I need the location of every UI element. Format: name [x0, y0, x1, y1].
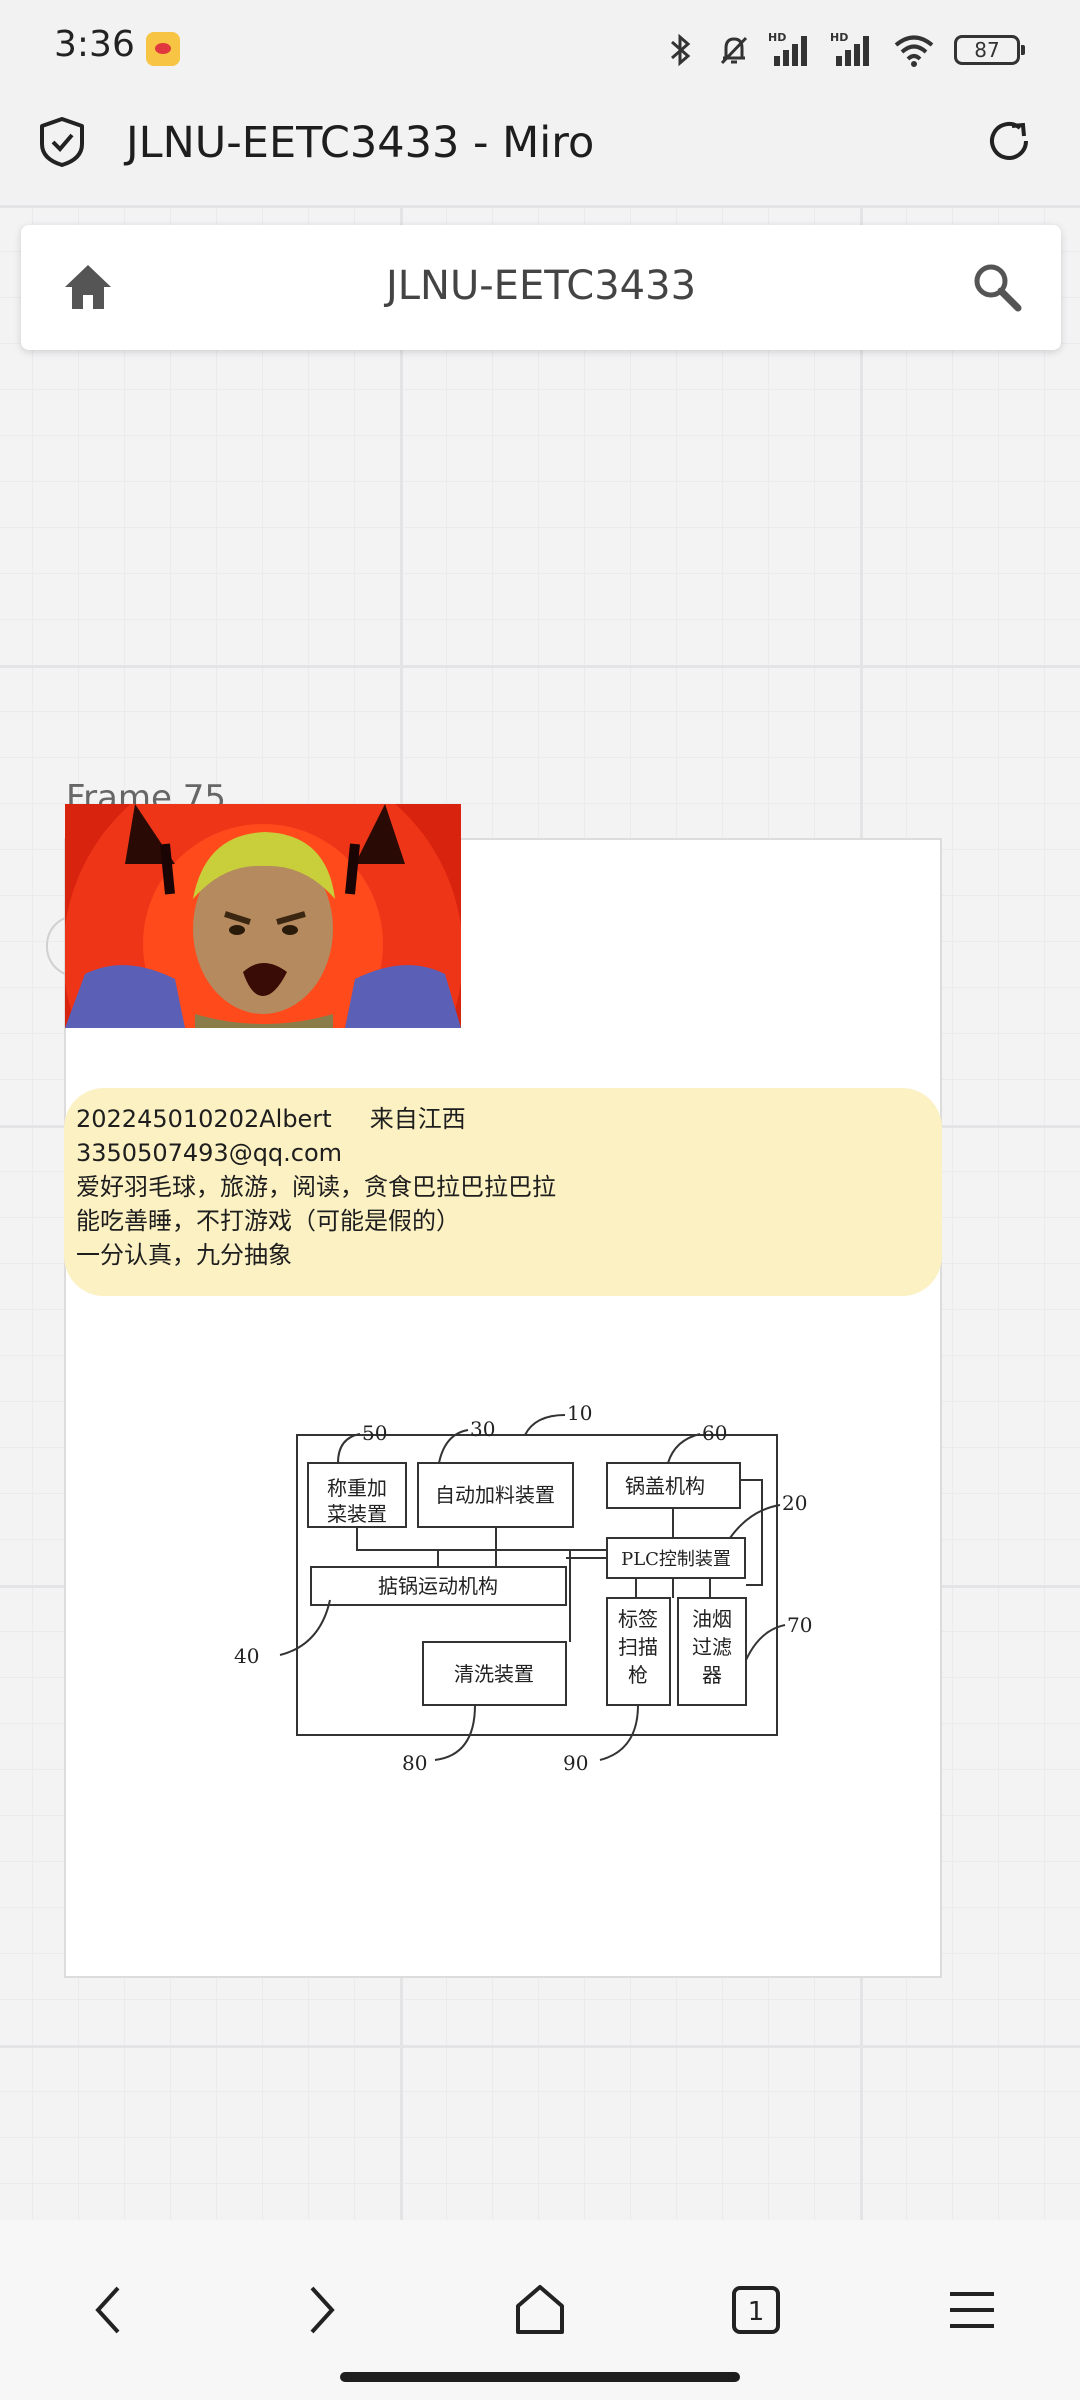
diagram-label-filter-1: 油烟 [692, 1607, 732, 1631]
svg-text:HD: HD [830, 31, 848, 44]
signal-1-icon: HD [768, 31, 807, 66]
diagram-label-pot-motion: 掂锅运动机构 [378, 1574, 498, 1598]
signal-2-icon: HD [830, 31, 869, 66]
reload-icon[interactable] [982, 114, 1036, 168]
diagram-label-lid: 锅盖机构 [625, 1474, 705, 1498]
forward-button[interactable] [282, 2270, 362, 2350]
diagram-label-scanner-3: 枪 [628, 1663, 648, 1687]
wifi-icon [894, 35, 934, 67]
sticky-line-hobbies: 爱好羽毛球，旅游，阅读，贪食巴拉巴拉巴拉 [76, 1173, 556, 1201]
diagram-label-scanner-1: 标签 [618, 1607, 658, 1631]
diagram-ref-70: 70 [787, 1613, 812, 1637]
battery-indicator: 87 [954, 35, 1025, 65]
chevron-left-icon [95, 2286, 120, 2334]
diagram-ref-20: 20 [782, 1491, 807, 1515]
site-info-shield-icon[interactable] [38, 116, 86, 168]
diagram-ref-10: 10 [567, 1401, 592, 1425]
diagram-label-clean: 清洗装置 [454, 1662, 534, 1686]
diagram-label-auto-feed: 自动加料装置 [435, 1483, 555, 1507]
tabs-button[interactable]: 1 [716, 2270, 796, 2350]
home-nav-button[interactable] [500, 2270, 580, 2350]
diagram-label-filter-2: 过滤 [692, 1635, 732, 1659]
diagram-ref-40: 40 [234, 1644, 259, 1668]
browser-nav-bar: 1 [0, 2220, 1080, 2400]
menu-button[interactable] [932, 2270, 1012, 2350]
bluetooth-icon [671, 33, 691, 67]
search-icon[interactable] [971, 261, 1023, 313]
board-toolbar: JLNU-EETC3433 [21, 225, 1061, 350]
sticky-line-id: 202245010202Albert 来自江西 [76, 1105, 466, 1133]
sticky-line-email: 3350507493@qq.com [76, 1139, 343, 1167]
diagram-label-scanner-2: 扫描 [618, 1635, 658, 1659]
sticky-line-motto: 一分认真，九分抽象 [76, 1241, 292, 1269]
browser-toolbar: JLNU-EETC3433 - Miro [0, 100, 1080, 210]
diagram-ref-90: 90 [563, 1751, 588, 1775]
diagram-ref-50: 50 [362, 1421, 387, 1445]
diagram-label-weigh-2: 菜装置 [327, 1502, 387, 1526]
diagram-ref-60: 60 [702, 1421, 727, 1445]
block-diagram-image[interactable]: 称重加 菜装置 自动加料装置 锅盖机构 PLC控制装置 掂锅运动机构 清洗装置 … [220, 1370, 860, 1800]
tab-count: 1 [748, 2297, 765, 2327]
board-title[interactable]: JLNU-EETC3433 [21, 263, 1061, 309]
menu-icon [950, 2292, 994, 2328]
diagram-ref-80: 80 [402, 1751, 427, 1775]
diagram-ref-30: 30 [470, 1417, 495, 1441]
diagram-label-weigh-1: 称重加 [327, 1476, 387, 1500]
page-title: JLNU-EETC3433 - Miro [126, 118, 595, 168]
tabs-icon: 1 [732, 2286, 780, 2334]
weibo-notification-icon [146, 32, 180, 66]
mute-bell-icon [720, 36, 748, 65]
sticky-note-intro[interactable]: 202245010202Albert 来自江西 3350507493@qq.co… [64, 1088, 942, 1296]
home-outline-icon [516, 2285, 564, 2334]
status-bar: 3:36 HD HD 87 [0, 0, 1080, 100]
back-button[interactable] [68, 2270, 148, 2350]
status-time: 3:36 [54, 24, 135, 65]
chevron-right-icon [310, 2286, 335, 2334]
avatar-meme-image[interactable] [65, 804, 461, 1028]
svg-text:HD: HD [768, 31, 786, 44]
screen: { "status": { "time": "3:36", "battery":… [0, 0, 1080, 2400]
diagram-label-plc: PLC控制装置 [621, 1549, 731, 1570]
home-indicator[interactable] [340, 2372, 740, 2382]
sticky-line-habits: 能吃善睡，不打游戏（可能是假的） [76, 1207, 460, 1235]
diagram-label-filter-3: 器 [702, 1663, 722, 1687]
status-icons: HD HD 87 [660, 26, 1025, 74]
